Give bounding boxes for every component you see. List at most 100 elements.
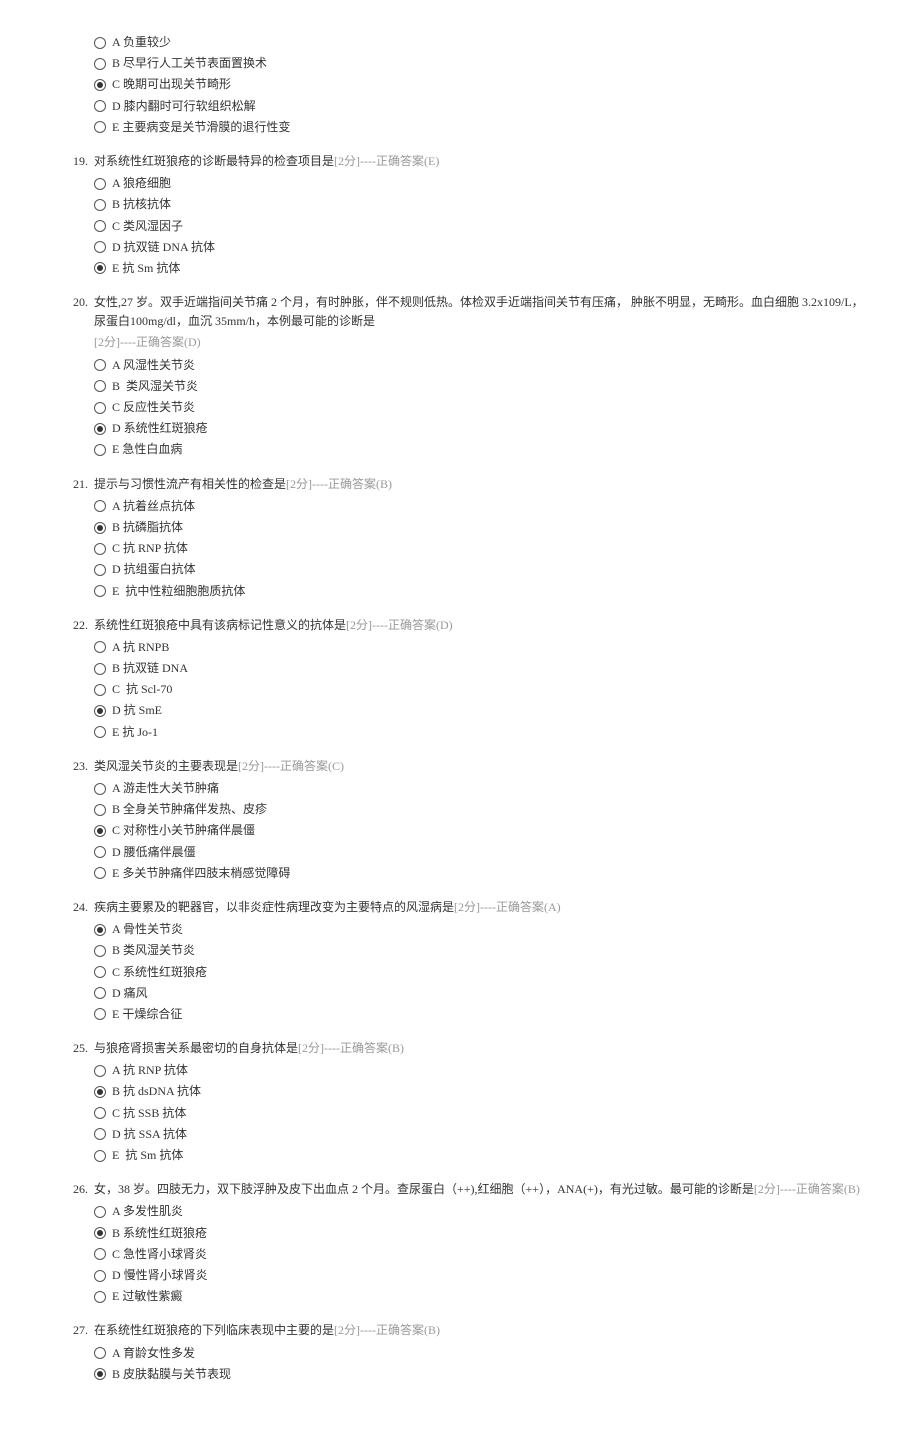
option-A[interactable]: A 狼疮细胞: [94, 173, 864, 194]
option-C[interactable]: C 反应性关节炎: [94, 397, 864, 418]
option-label: E 干燥综合征: [112, 1005, 182, 1024]
option-D[interactable]: D 抗双链 DNA 抗体: [94, 237, 864, 258]
radio-icon[interactable]: [94, 1150, 106, 1162]
option-A[interactable]: A 风湿性关节炎: [94, 355, 864, 376]
option-D[interactable]: D 抗组蛋白抗体: [94, 559, 864, 580]
radio-icon[interactable]: [94, 543, 106, 555]
radio-icon[interactable]: [94, 663, 106, 675]
radio-icon[interactable]: [94, 1270, 106, 1282]
option-B[interactable]: B 抗磷脂抗体: [94, 517, 864, 538]
option-label: D 抗 SSA 抗体: [112, 1125, 187, 1144]
radio-icon[interactable]: [94, 500, 106, 512]
radio-icon[interactable]: [94, 846, 106, 858]
option-D[interactable]: D 膝内翻时可行软组织松解: [94, 96, 864, 117]
radio-icon[interactable]: [94, 1206, 106, 1218]
option-C[interactable]: C 抗 SSB 抗体: [94, 1103, 864, 1124]
option-B[interactable]: B 系统性红斑狼疮: [94, 1223, 864, 1244]
option-E[interactable]: E 急性白血病: [94, 439, 864, 460]
option-E[interactable]: E 抗 Sm 抗体: [94, 258, 864, 279]
option-D[interactable]: D 系统性红斑狼疮: [94, 418, 864, 439]
radio-icon[interactable]: [94, 1368, 106, 1380]
radio-icon[interactable]: [94, 444, 106, 456]
option-B[interactable]: B 类风湿关节炎: [94, 940, 864, 961]
option-E[interactable]: E 抗中性粒细胞胞质抗体: [94, 581, 864, 602]
radio-icon[interactable]: [94, 1347, 106, 1359]
option-C[interactable]: C 系统性红斑狼疮: [94, 962, 864, 983]
radio-icon[interactable]: [94, 37, 106, 49]
option-A[interactable]: A 育龄女性多发: [94, 1343, 864, 1364]
option-B[interactable]: B 抗核抗体: [94, 194, 864, 215]
radio-icon[interactable]: [94, 726, 106, 738]
option-E[interactable]: E 过敏性紫癜: [94, 1286, 864, 1307]
radio-icon[interactable]: [94, 641, 106, 653]
radio-icon[interactable]: [94, 522, 106, 534]
option-A[interactable]: A 抗 RNPB: [94, 637, 864, 658]
radio-icon[interactable]: [94, 1227, 106, 1239]
radio-icon[interactable]: [94, 705, 106, 717]
option-C[interactable]: C 抗 RNP 抗体: [94, 538, 864, 559]
option-D[interactable]: D 抗 SmE: [94, 700, 864, 721]
radio-icon[interactable]: [94, 199, 106, 211]
option-D[interactable]: D 腰低痛伴晨僵: [94, 842, 864, 863]
option-E[interactable]: E 抗 Sm 抗体: [94, 1145, 864, 1166]
option-E[interactable]: E 抗 Jo-1: [94, 722, 864, 743]
radio-icon[interactable]: [94, 987, 106, 999]
option-C[interactable]: C 抗 Scl-70: [94, 679, 864, 700]
option-D[interactable]: D 抗 SSA 抗体: [94, 1124, 864, 1145]
option-C[interactable]: C 晚期可出现关节畸形: [94, 74, 864, 95]
option-label: D 膝内翻时可行软组织松解: [112, 97, 256, 116]
option-B[interactable]: B 全身关节肿痛伴发热、皮疹: [94, 799, 864, 820]
radio-icon[interactable]: [94, 867, 106, 879]
radio-icon[interactable]: [94, 564, 106, 576]
option-C[interactable]: C 急性肾小球肾炎: [94, 1244, 864, 1265]
radio-icon[interactable]: [94, 58, 106, 70]
radio-icon[interactable]: [94, 1291, 106, 1303]
radio-icon[interactable]: [94, 402, 106, 414]
radio-icon[interactable]: [94, 585, 106, 597]
radio-icon[interactable]: [94, 783, 106, 795]
option-D[interactable]: D 慢性肾小球肾炎: [94, 1265, 864, 1286]
option-B[interactable]: B 抗 dsDNA 抗体: [94, 1081, 864, 1102]
radio-icon[interactable]: [94, 1107, 106, 1119]
option-label: E 抗 Sm 抗体: [112, 1146, 183, 1165]
option-A[interactable]: A 抗 RNP 抗体: [94, 1060, 864, 1081]
option-E[interactable]: E 多关节肿痛伴四肢末梢感觉障碍: [94, 863, 864, 884]
radio-icon[interactable]: [94, 1086, 106, 1098]
radio-icon[interactable]: [94, 178, 106, 190]
option-A[interactable]: A 负重较少: [94, 32, 864, 53]
radio-icon[interactable]: [94, 924, 106, 936]
radio-icon[interactable]: [94, 423, 106, 435]
option-B[interactable]: B 尽早行人工关节表面置换术: [94, 53, 864, 74]
option-B[interactable]: B 类风湿关节炎: [94, 376, 864, 397]
option-E[interactable]: E 主要病变是关节滑膜的退行性变: [94, 117, 864, 138]
radio-icon[interactable]: [94, 380, 106, 392]
radio-icon[interactable]: [94, 79, 106, 91]
radio-icon[interactable]: [94, 262, 106, 274]
radio-icon[interactable]: [94, 359, 106, 371]
radio-icon[interactable]: [94, 1008, 106, 1020]
radio-icon[interactable]: [94, 966, 106, 978]
option-B[interactable]: B 皮肤黏膜与关节表现: [94, 1364, 864, 1385]
option-C[interactable]: C 对称性小关节肿痛伴晨僵: [94, 820, 864, 841]
option-E[interactable]: E 干燥综合征: [94, 1004, 864, 1025]
option-A[interactable]: A 游走性大关节肿痛: [94, 778, 864, 799]
radio-icon[interactable]: [94, 804, 106, 816]
radio-icon[interactable]: [94, 220, 106, 232]
option-A[interactable]: A 骨性关节炎: [94, 919, 864, 940]
option-D[interactable]: D 痛风: [94, 983, 864, 1004]
option-label: A 多发性肌炎: [112, 1202, 183, 1221]
option-B[interactable]: B 抗双链 DNA: [94, 658, 864, 679]
radio-icon[interactable]: [94, 241, 106, 253]
option-A[interactable]: A 多发性肌炎: [94, 1201, 864, 1222]
radio-icon[interactable]: [94, 1065, 106, 1077]
option-C[interactable]: C 类风湿因子: [94, 216, 864, 237]
radio-icon[interactable]: [94, 100, 106, 112]
option-A[interactable]: A 抗着丝点抗体: [94, 496, 864, 517]
radio-icon[interactable]: [94, 684, 106, 696]
radio-icon[interactable]: [94, 825, 106, 837]
radio-icon[interactable]: [94, 1128, 106, 1140]
radio-icon[interactable]: [94, 945, 106, 957]
radio-icon[interactable]: [94, 121, 106, 133]
radio-icon[interactable]: [94, 1248, 106, 1260]
option-label: D 系统性红斑狼疮: [112, 419, 208, 438]
